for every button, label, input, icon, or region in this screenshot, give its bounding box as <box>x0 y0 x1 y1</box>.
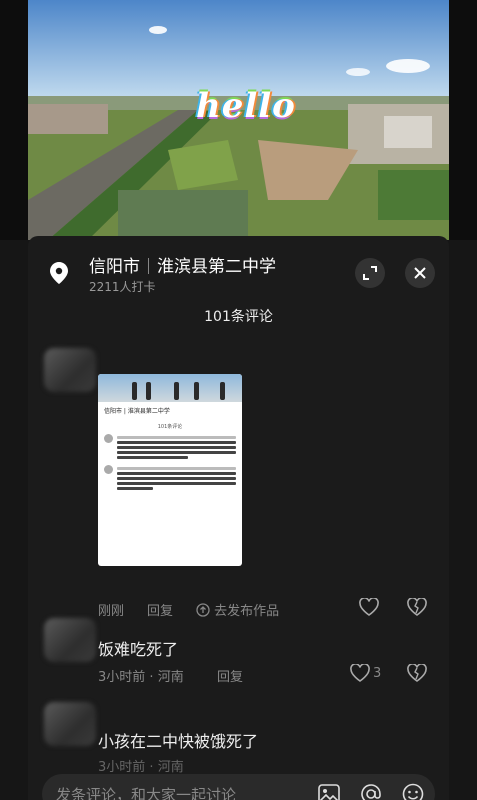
image-photo-strip <box>98 374 242 402</box>
close-button[interactable] <box>405 258 435 288</box>
comment-meta: 3小时前 · 河南 <box>98 760 184 775</box>
comment-input[interactable]: 发条评论，和大家一起讨论 <box>42 774 435 800</box>
location-title[interactable]: 信阳市 淮滨县第二中学 <box>89 252 276 277</box>
expand-icon <box>363 266 377 280</box>
reply-button[interactable]: 回复 <box>217 666 243 685</box>
at-icon[interactable] <box>360 783 382 800</box>
location-pin-icon <box>50 262 68 284</box>
location-city: 信阳市 <box>89 257 140 277</box>
emoji-icon[interactable] <box>402 783 424 800</box>
image-location-title: 信阳市 | 淮滨县第二中学 <box>104 408 170 415</box>
video-player[interactable]: hello <box>0 0 477 240</box>
comment-time: 刚刚 <box>98 604 125 619</box>
comment-count: 101条评论 <box>204 309 273 325</box>
comment-image[interactable]: 信阳市 | 淮滨县第二中学 101条评论 <box>98 374 242 566</box>
expand-button[interactable] <box>355 258 385 288</box>
image-comment-row <box>98 432 242 463</box>
broken-heart-icon[interactable] <box>407 664 427 682</box>
avatar[interactable] <box>44 702 96 746</box>
hello-sticker: hello <box>196 86 296 126</box>
publish-work-button[interactable]: 去发布作品 <box>196 600 279 619</box>
title-divider <box>148 258 149 274</box>
location-place: 淮滨县第二中学 <box>157 257 276 277</box>
upload-icon <box>196 603 210 617</box>
comment-input-placeholder: 发条评论，和大家一起讨论 <box>56 786 237 800</box>
close-icon <box>414 267 426 279</box>
comment-meta: 3小时前 · 河南 <box>98 670 184 685</box>
comment-text: 小孩在二中快被饿死了 <box>98 732 259 751</box>
image-comment-row <box>98 463 242 494</box>
comment-text: 饭难吃死了 <box>98 640 179 659</box>
comment-sheet: 信阳市 淮滨县第二中学 2211人打卡 101条评论 信阳市 | 淮滨县第二中学 … <box>28 236 449 800</box>
broken-heart-icon[interactable] <box>407 598 427 616</box>
image-comment-count: 101条评论 <box>157 424 183 430</box>
heart-icon[interactable] <box>359 598 379 616</box>
avatar[interactable] <box>44 348 96 392</box>
checkin-count: 2211人打卡 <box>89 280 156 294</box>
heart-icon[interactable] <box>350 664 370 682</box>
like-count: 3 <box>373 666 382 681</box>
avatar[interactable] <box>44 618 96 662</box>
image-icon[interactable] <box>318 784 340 800</box>
reply-button[interactable]: 回复 <box>147 600 173 619</box>
